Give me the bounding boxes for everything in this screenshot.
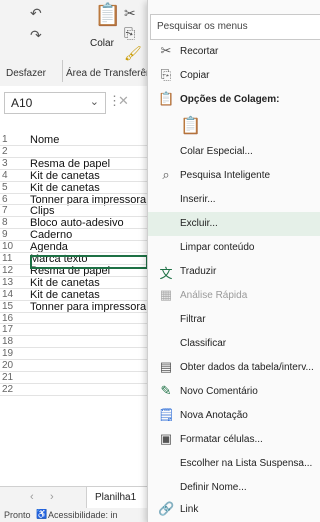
menu-item-new-note[interactable]: 🗒 Nova Anotação <box>148 404 320 428</box>
row-header[interactable]: 20 <box>0 360 30 371</box>
menu-item-cut[interactable]: ✂ Recortar <box>148 40 320 64</box>
menu-item-format-cells[interactable]: ▣ Formatar células... <box>148 428 320 452</box>
menu-item-label: Novo Comentário <box>180 386 258 397</box>
menu-item-label: Limpar conteúdo <box>180 242 255 253</box>
row-header[interactable]: 10 <box>0 241 30 252</box>
menu-item-label: Inserir... <box>180 194 216 205</box>
paste-icon: 📋 <box>158 91 175 106</box>
row-header[interactable]: 12 <box>0 265 30 276</box>
menu-search-input[interactable]: Pesquisar os menus <box>150 14 320 40</box>
menu-item-label: Formatar células... <box>180 434 263 445</box>
selected-cell-outline <box>30 255 148 269</box>
format-painter-icon[interactable]: 🖌 <box>124 46 142 60</box>
sheet-tab-label: Planilha1 <box>95 492 137 503</box>
menu-item-clear[interactable]: Limpar conteúdo <box>148 236 320 260</box>
undo-icon[interactable]: ↶ <box>30 6 42 20</box>
menu-item-copy[interactable]: ⎘ Copiar <box>148 64 320 88</box>
row-header[interactable]: 8 <box>0 217 30 228</box>
row-header[interactable]: 15 <box>0 301 30 312</box>
row-header[interactable]: 5 <box>0 182 30 193</box>
menu-item-label: Pesquisa Inteligente <box>180 170 271 181</box>
menu-item-label: Excluir... <box>180 218 218 229</box>
menu-item-get-data[interactable]: ▤ Obter dados da tabela/interv... <box>148 356 320 380</box>
menu-item-paste-options: 📋 Opções de Colagem: <box>148 88 320 112</box>
prev-sheet-icon[interactable]: ‹ <box>30 491 34 503</box>
row-header[interactable]: 16 <box>0 313 30 324</box>
search-icon: ⌕ <box>162 167 170 182</box>
next-sheet-icon[interactable]: › <box>50 491 54 503</box>
name-box[interactable]: A10 ⌄ <box>4 92 106 114</box>
translate-icon: 文 <box>159 266 173 281</box>
menu-item-insert[interactable]: Inserir... <box>148 188 320 212</box>
row-header[interactable]: 2 <box>0 146 30 157</box>
copy-icon: ⎘ <box>160 67 172 82</box>
quick-analysis-icon: ▦ <box>159 287 173 302</box>
menu-item-label: Link <box>180 504 199 515</box>
row-header[interactable]: 19 <box>0 348 30 359</box>
row-header[interactable]: 14 <box>0 289 30 300</box>
menu-item-define-name[interactable]: Definir Nome... <box>148 476 320 500</box>
redo-icon[interactable]: ↷ <box>30 28 42 42</box>
menu-item-label: Filtrar <box>180 314 206 325</box>
menu-item-label: Colar Especial... <box>180 146 253 157</box>
link-icon: 🔗 <box>158 501 175 516</box>
row-header[interactable]: 22 <box>0 384 30 395</box>
cancel-icon[interactable]: ✕ <box>118 93 129 109</box>
new-note-icon: 🗒 <box>158 407 175 422</box>
paste-clipboard-icon: 📋 <box>180 116 202 135</box>
cut-icon[interactable]: ✂ <box>124 6 136 20</box>
row-header[interactable]: 9 <box>0 229 30 240</box>
status-ready: Pronto <box>4 510 31 520</box>
row-header[interactable]: 7 <box>0 205 30 216</box>
menu-item-label: Recortar <box>180 46 219 57</box>
row-header[interactable]: 3 <box>0 158 30 169</box>
copy-icon[interactable]: ⎘ <box>124 26 135 40</box>
menu-search-placeholder: Pesquisar os menus <box>157 21 248 32</box>
row-header[interactable]: 6 <box>0 194 30 205</box>
menu-item-filter[interactable]: Filtrar <box>148 308 320 332</box>
menu-item-label: Análise Rápida <box>180 290 248 301</box>
sheet-tab[interactable]: Planilha1 <box>86 487 150 508</box>
menu-item-label: Nova Anotação <box>180 410 248 421</box>
menu-item-pick-list[interactable]: Escolher na Lista Suspensa... <box>148 452 320 476</box>
row-header[interactable]: 17 <box>0 324 30 335</box>
table-icon: ▤ <box>159 359 173 374</box>
undo-group-label: Desfazer <box>6 68 47 79</box>
menu-item-quick-analysis: ▦ Análise Rápida <box>148 284 320 308</box>
menu-item-delete[interactable]: Excluir... <box>148 212 320 236</box>
menu-item-translate[interactable]: 文 Traduzir <box>148 260 320 284</box>
menu-item-label: Copiar <box>180 70 210 81</box>
menu-item-smart-lookup[interactable]: ⌕ Pesquisa Inteligente <box>148 164 320 188</box>
clipboard-group-label: Área de Transferên... <box>66 68 160 79</box>
format-cells-icon: ▣ <box>159 431 173 446</box>
group-divider <box>62 60 63 82</box>
menu-item-sort[interactable]: Classificar <box>148 332 320 356</box>
menu-item-label: Classificar <box>180 338 227 349</box>
accessibility-icon: ♿ <box>36 509 48 519</box>
row-header[interactable]: 4 <box>0 170 30 181</box>
chevron-down-icon[interactable]: ⌄ <box>90 95 99 108</box>
row-header[interactable]: 18 <box>0 336 30 347</box>
menu-item-new-comment[interactable]: ✎ Novo Comentário <box>148 380 320 404</box>
row-header[interactable]: 11 <box>0 253 30 264</box>
status-accessibility[interactable]: Acessibilidade: in <box>48 510 118 520</box>
row-header[interactable]: 1 <box>0 134 30 145</box>
menu-item-label: Definir Nome... <box>180 482 247 493</box>
menu-item-paste-button[interactable]: 📋 <box>148 112 320 140</box>
paste-icon[interactable]: 📋 <box>94 4 121 26</box>
menu-item-link[interactable]: 🔗 Link <box>148 498 320 522</box>
menu-item-label: Escolher na Lista Suspensa... <box>180 458 313 469</box>
paste-label[interactable]: Colar <box>90 38 114 49</box>
cell-reference: A10 <box>11 96 33 110</box>
row-header[interactable]: 13 <box>0 277 30 288</box>
cut-icon: ✂ <box>160 43 172 58</box>
menu-item-label: Opções de Colagem: <box>180 94 280 105</box>
menu-item-paste-special[interactable]: Colar Especial... <box>148 140 320 164</box>
row-header[interactable]: 21 <box>0 372 30 383</box>
new-comment-icon: ✎ <box>160 383 172 398</box>
menu-item-label: Obter dados da tabela/interv... <box>180 362 314 373</box>
menu-item-label: Traduzir <box>180 266 217 277</box>
